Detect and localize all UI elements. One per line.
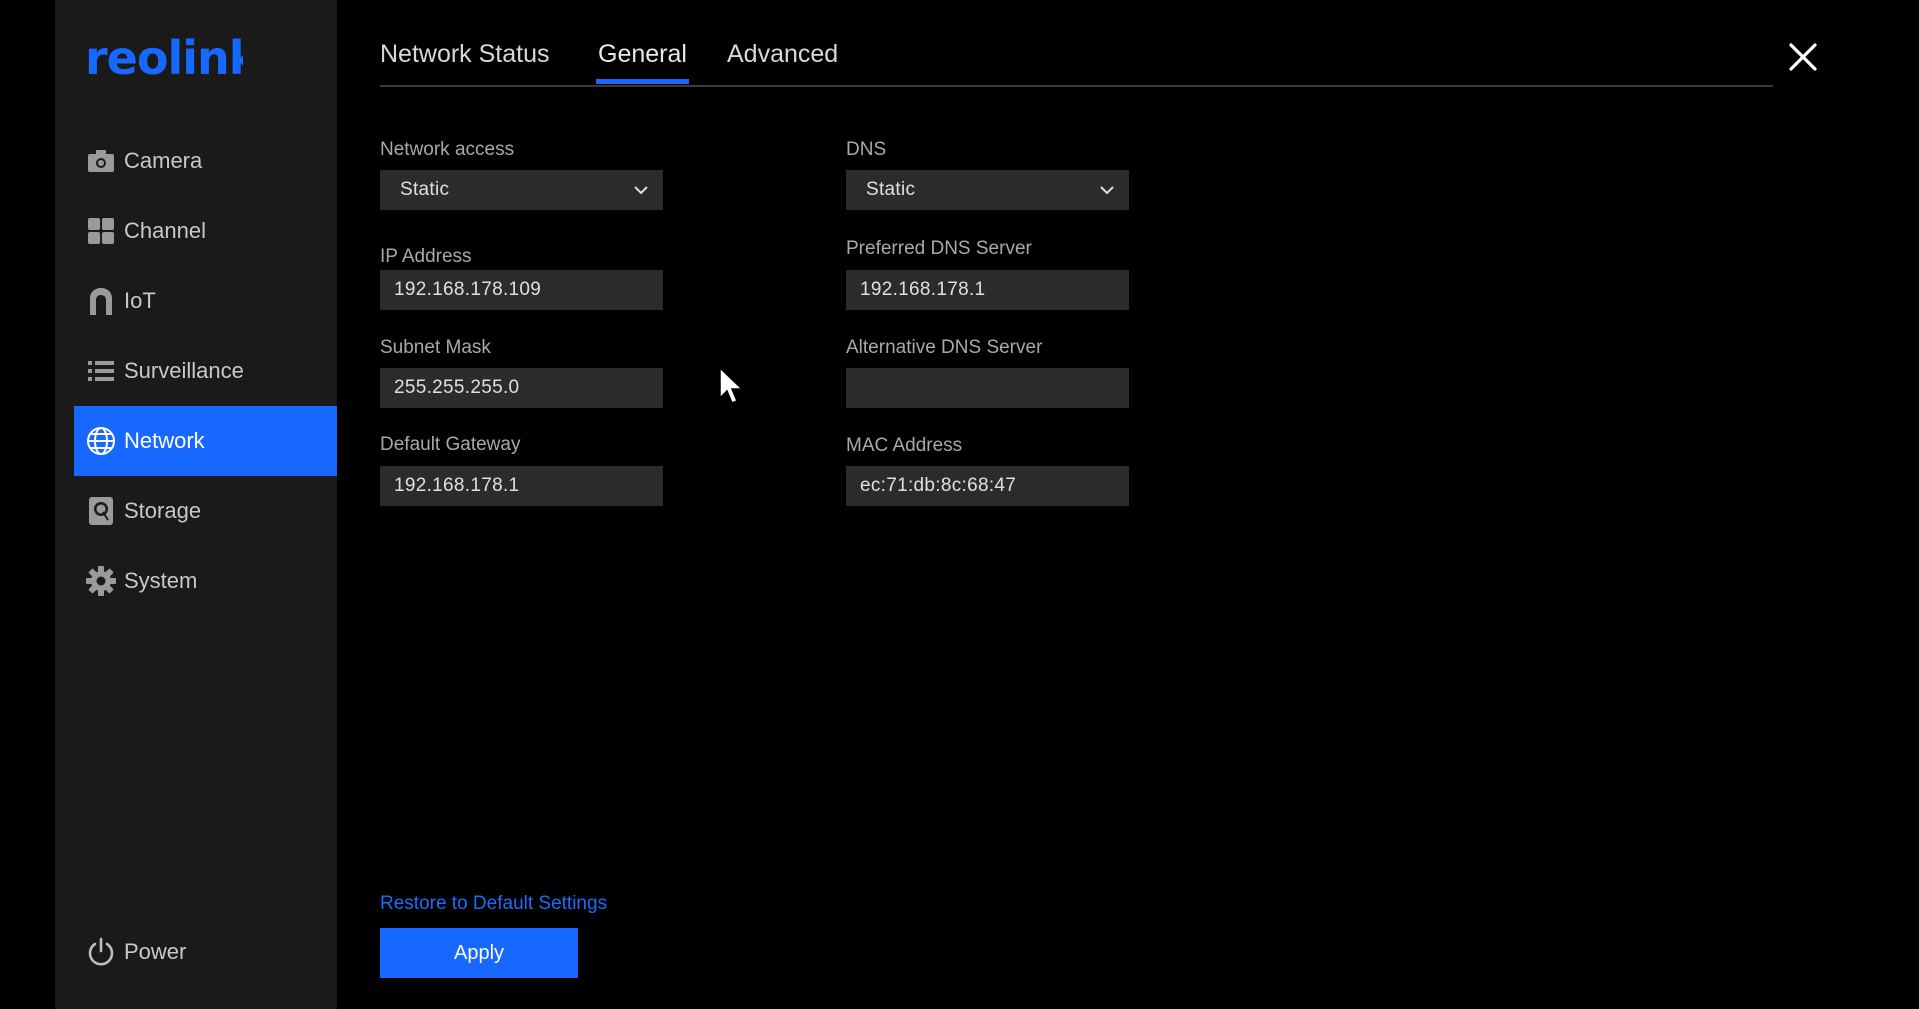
mouse-cursor-icon [718, 366, 746, 411]
sidebar-item-surveillance[interactable]: Surveillance [74, 336, 337, 406]
close-icon [1789, 43, 1817, 71]
chevron-down-icon [634, 186, 648, 195]
tab-network-status[interactable]: Network Status [380, 40, 550, 84]
sidebar-nav: Camera Channel IoT Surveillance Network … [74, 126, 337, 616]
preferred-dns-value: 192.168.178.1 [860, 279, 986, 300]
sidebar-item-camera[interactable]: Camera [74, 126, 337, 196]
network-access-value: Static [400, 179, 450, 200]
tab-advanced[interactable]: Advanced [727, 40, 838, 84]
sidebar-item-network[interactable]: Network [74, 406, 337, 476]
subnet-mask-label: Subnet Mask [380, 337, 491, 358]
power-icon [86, 937, 116, 967]
default-gateway-value: 192.168.178.1 [394, 475, 520, 496]
sidebar-item-label: Channel [124, 218, 206, 243]
mac-address-field: MAC Address ec:71:db:8c:68:47 [846, 434, 1129, 506]
subnet-mask-value: 255.255.255.0 [394, 377, 520, 398]
grid-icon [86, 216, 116, 246]
network-access-field: Network access Static [380, 138, 663, 210]
sidebar-item-label: Storage [124, 498, 202, 523]
tab-bar: Network Status General Advanced [380, 0, 1773, 87]
preferred-dns-input[interactable]: 192.168.178.1 [846, 270, 1129, 310]
ip-address-label: IP Address [380, 246, 472, 267]
subnet-mask-field: Subnet Mask 255.255.255.0 [380, 336, 663, 408]
sidebar-item-channel[interactable]: Channel [74, 196, 337, 266]
close-button[interactable] [1786, 40, 1820, 74]
default-gateway-label: Default Gateway [380, 434, 521, 455]
sidebar-item-label: System [124, 568, 198, 593]
default-gateway-field: Default Gateway 192.168.178.1 [380, 433, 663, 506]
restore-defaults-link[interactable]: Restore to Default Settings [380, 893, 607, 915]
list-icon [86, 356, 116, 386]
power-button[interactable]: Power [86, 932, 186, 972]
camera-icon [86, 146, 116, 176]
logo-wordmark: reolink [85, 38, 243, 82]
subnet-mask-input[interactable]: 255.255.255.0 [380, 368, 663, 408]
mac-address-label: MAC Address [846, 435, 963, 456]
sidebar-item-label: IoT [124, 288, 156, 313]
ip-address-value: 192.168.178.109 [394, 279, 542, 300]
alternative-dns-field: Alternative DNS Server [846, 336, 1129, 408]
globe-icon [86, 426, 116, 456]
alternative-dns-label: Alternative DNS Server [846, 337, 1043, 358]
dns-field: DNS Static [846, 138, 1129, 210]
chevron-down-icon [1100, 186, 1114, 195]
sidebar-item-label: Camera [124, 148, 203, 173]
sidebar-item-iot[interactable]: IoT [74, 266, 337, 336]
sidebar-item-storage[interactable]: Storage [74, 476, 337, 546]
alternative-dns-input[interactable] [846, 368, 1129, 408]
sidebar-item-label: Network [124, 428, 205, 453]
gear-icon [86, 566, 116, 596]
network-access-select[interactable]: Static [380, 170, 663, 210]
dns-value: Static [866, 179, 916, 200]
sidebar-item-system[interactable]: System [74, 546, 337, 616]
tab-general[interactable]: General [596, 40, 689, 84]
apply-button[interactable]: Apply [380, 928, 578, 978]
sidebar-item-label: Surveillance [124, 358, 244, 383]
sidebar: reolink Camera Channel IoT Surveillance … [55, 0, 337, 1009]
preferred-dns-label: Preferred DNS Server [846, 238, 1032, 259]
storage-icon [86, 496, 116, 526]
reolink-logo: reolink [85, 38, 243, 82]
settings-screen: reolink Camera Channel IoT Surveillance … [0, 0, 1919, 1009]
dns-select[interactable]: Static [846, 170, 1129, 210]
preferred-dns-field: Preferred DNS Server 192.168.178.1 [846, 237, 1129, 310]
ip-address-field: IP Address 192.168.178.109 [380, 245, 663, 310]
network-access-label: Network access [380, 139, 515, 160]
dns-label: DNS [846, 139, 887, 160]
mac-address-input: ec:71:db:8c:68:47 [846, 466, 1129, 506]
power-label: Power [124, 939, 187, 964]
default-gateway-input[interactable]: 192.168.178.1 [380, 466, 663, 506]
home-icon [86, 286, 116, 316]
ip-address-input[interactable]: 192.168.178.109 [380, 270, 663, 310]
mac-address-value: ec:71:db:8c:68:47 [860, 475, 1017, 496]
